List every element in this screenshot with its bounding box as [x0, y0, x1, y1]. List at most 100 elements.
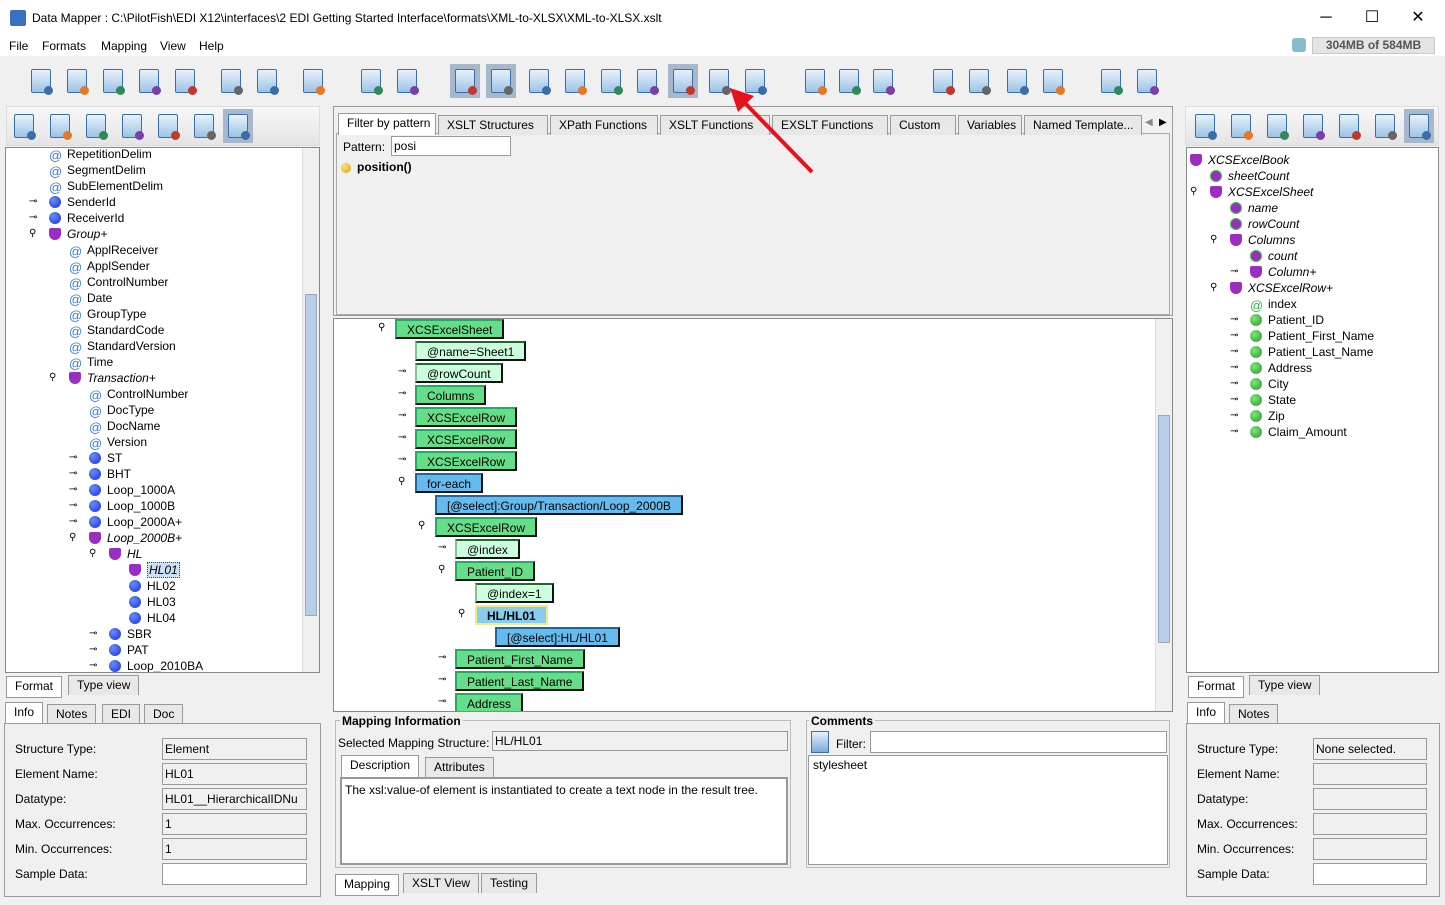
tree-node[interactable]: BHT: [89, 466, 131, 482]
tree-node[interactable]: State: [1250, 392, 1296, 408]
expand-toggle-icon[interactable]: ⊸: [1230, 426, 1242, 438]
tree-node[interactable]: HL: [109, 546, 142, 562]
edit-icon[interactable]: [189, 109, 219, 143]
tab-custom[interactable]: Custom: [890, 115, 956, 135]
tree-node[interactable]: SenderId: [49, 194, 116, 210]
tree-node[interactable]: Address: [1250, 360, 1312, 376]
comment-item[interactable]: stylesheet: [813, 758, 1163, 772]
mapping-node[interactable]: XCSExcelRow: [415, 407, 518, 427]
collapse-toggle-icon[interactable]: ⚲: [1210, 234, 1222, 246]
tree-node[interactable]: @ StandardVersion: [69, 338, 176, 354]
comments-filter-input[interactable]: [870, 731, 1167, 753]
tree-node[interactable]: Column+: [1250, 264, 1316, 280]
tab-edi-left[interactable]: EDI: [102, 704, 141, 724]
mapping-node[interactable]: Address: [455, 693, 524, 711]
tree-node[interactable]: rowCount: [1230, 216, 1299, 232]
tab-attributes[interactable]: Attributes: [425, 757, 494, 777]
expand-toggle-icon[interactable]: ⊸: [69, 500, 81, 512]
collapse-toggle-icon[interactable]: ⚲: [69, 532, 81, 544]
tree-node[interactable]: @ DocType: [89, 402, 154, 418]
expand-toggle-icon[interactable]: ⊸: [1230, 362, 1242, 374]
mapping-node[interactable]: @index=1: [475, 583, 554, 603]
paste-icon[interactable]: [868, 64, 898, 98]
tree-node[interactable]: SBR: [109, 626, 152, 642]
new-xls-icon[interactable]: [170, 64, 200, 98]
source-tree-scrollbar[interactable]: [302, 148, 319, 672]
tree-view-target-icon[interactable]: [1404, 109, 1434, 143]
save-icon[interactable]: [98, 64, 128, 98]
tree-node[interactable]: Columns: [1230, 232, 1295, 248]
align-icon[interactable]: [964, 64, 994, 98]
mapping-node[interactable]: [@select]:HL/HL01: [495, 627, 620, 647]
tree-node[interactable]: Zip: [1250, 408, 1285, 424]
mapping-node[interactable]: XCSExcelRow: [415, 451, 518, 471]
tab-format-left[interactable]: Format: [6, 676, 63, 698]
menu-mapping[interactable]: Mapping: [101, 39, 147, 53]
expand-toggle-icon[interactable]: ⊸: [438, 542, 450, 554]
mapping-tree-scrollbar[interactable]: [1155, 319, 1172, 711]
mapping-node[interactable]: HL/HL01: [475, 605, 548, 625]
mapping-node[interactable]: Columns: [415, 385, 487, 405]
expand-toggle-icon[interactable]: ⊸: [398, 454, 410, 466]
tree-node[interactable]: Patient_First_Name: [1250, 328, 1374, 344]
menu-file[interactable]: File: [9, 39, 28, 53]
mapping-node[interactable]: XCSExcelRow: [415, 429, 518, 449]
find-source-icon[interactable]: [45, 109, 75, 143]
tab-xslt-structures[interactable]: XSLT Structures: [438, 115, 548, 135]
maximize-button[interactable]: ☐: [1352, 6, 1392, 30]
expand-toggle-icon[interactable]: ⊸: [69, 516, 81, 528]
add-mapping-icon[interactable]: [356, 64, 386, 98]
at-view-icon[interactable]: [668, 64, 698, 98]
expand-toggle-icon[interactable]: ⊸: [438, 674, 450, 686]
expand-toggle-icon[interactable]: ⊸: [69, 468, 81, 480]
collapse-toggle-icon[interactable]: ⚲: [49, 372, 61, 384]
tab-typeview-left[interactable]: Type view: [68, 675, 140, 695]
save-clock-icon[interactable]: [596, 64, 626, 98]
tree-node[interactable]: Loop_2010BA: [109, 658, 203, 672]
tree-node[interactable]: name: [1230, 200, 1278, 216]
tab-info-left[interactable]: Info: [5, 702, 44, 724]
info-field[interactable]: [1313, 863, 1427, 885]
new-format-icon[interactable]: [26, 64, 56, 98]
tree-node[interactable]: ST: [89, 450, 122, 466]
preview-target-icon[interactable]: [1334, 109, 1364, 143]
collapse-toggle-icon[interactable]: ⚲: [458, 608, 470, 620]
add-source-icon[interactable]: [9, 109, 39, 143]
mapping-node[interactable]: for-each: [415, 473, 484, 493]
undo-icon[interactable]: [216, 64, 246, 98]
color-view-icon[interactable]: [486, 64, 516, 98]
collapse-toggle-icon[interactable]: ⚲: [89, 548, 101, 560]
tabs-scroll-right-icon[interactable]: ▶: [1159, 117, 1167, 128]
expand-toggle-icon[interactable]: ⊸: [69, 452, 81, 464]
pattern-input[interactable]: posi: [391, 136, 511, 156]
collapse-toggle-icon[interactable]: ⚲: [418, 520, 430, 532]
about-icon[interactable]: [1132, 64, 1162, 98]
mapping-node[interactable]: XCSExcelSheet: [395, 319, 505, 339]
tree-node[interactable]: @ GroupType: [69, 306, 146, 322]
tab-variables[interactable]: Variables: [958, 115, 1022, 135]
help-icon[interactable]: [1096, 64, 1126, 98]
tab-notes-right[interactable]: Notes: [1229, 704, 1279, 724]
tree-node[interactable]: @ ApplReceiver: [69, 242, 158, 258]
expand-toggle-icon[interactable]: ⊸: [89, 644, 101, 656]
expand-toggle-icon[interactable]: ⊸: [398, 432, 410, 444]
minimize-button[interactable]: ─: [1306, 6, 1346, 30]
menu-help[interactable]: Help: [199, 39, 224, 53]
mapping-node[interactable]: @name=Sheet1: [415, 341, 527, 361]
tree-node[interactable]: XCSExcelBook: [1190, 152, 1289, 168]
notes-icon[interactable]: [81, 109, 111, 143]
tree-node[interactable]: @ ControlNumber: [89, 386, 188, 402]
tree-node[interactable]: Loop_2000B+: [89, 530, 182, 546]
tree-node[interactable]: @ DocName: [89, 418, 160, 434]
tree-node[interactable]: @ index: [1250, 296, 1297, 312]
structure-icon[interactable]: [117, 109, 147, 143]
collapse-toggle-icon[interactable]: ⚲: [1210, 282, 1222, 294]
open-icon[interactable]: [62, 64, 92, 98]
tree-node[interactable]: HL04: [129, 610, 176, 626]
tree-node[interactable]: HL02: [129, 578, 176, 594]
scroll-thumb[interactable]: [305, 294, 317, 616]
notes-target-icon[interactable]: [1262, 109, 1292, 143]
copy-icon[interactable]: [834, 64, 864, 98]
tab-typeview-right[interactable]: Type view: [1249, 675, 1321, 695]
tree-view-icon[interactable]: [223, 109, 253, 143]
